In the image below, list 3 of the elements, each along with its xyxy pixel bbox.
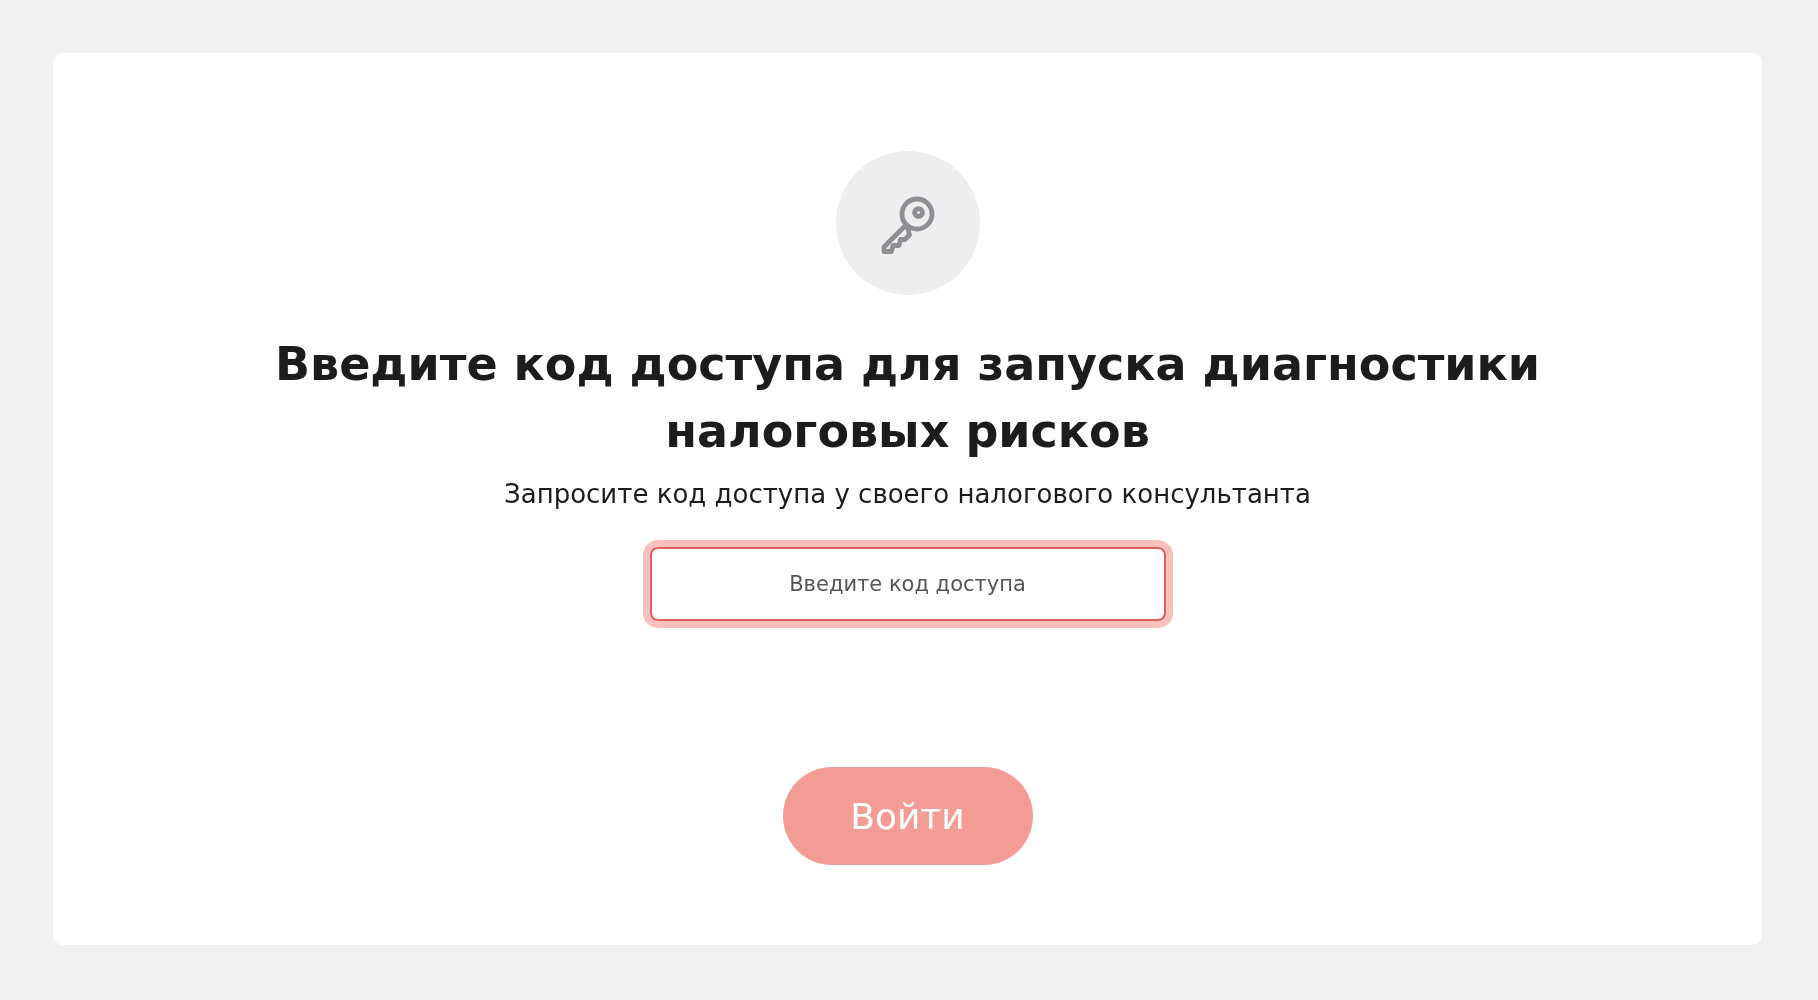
page-title: Введите код доступа для запуска диагностики налоговых рисков <box>273 336 1541 460</box>
subtitle: Запросите код доступа у своего налогового консультанта <box>504 479 1311 509</box>
access-code-field[interactable]: Введите код доступа <box>649 547 1166 621</box>
